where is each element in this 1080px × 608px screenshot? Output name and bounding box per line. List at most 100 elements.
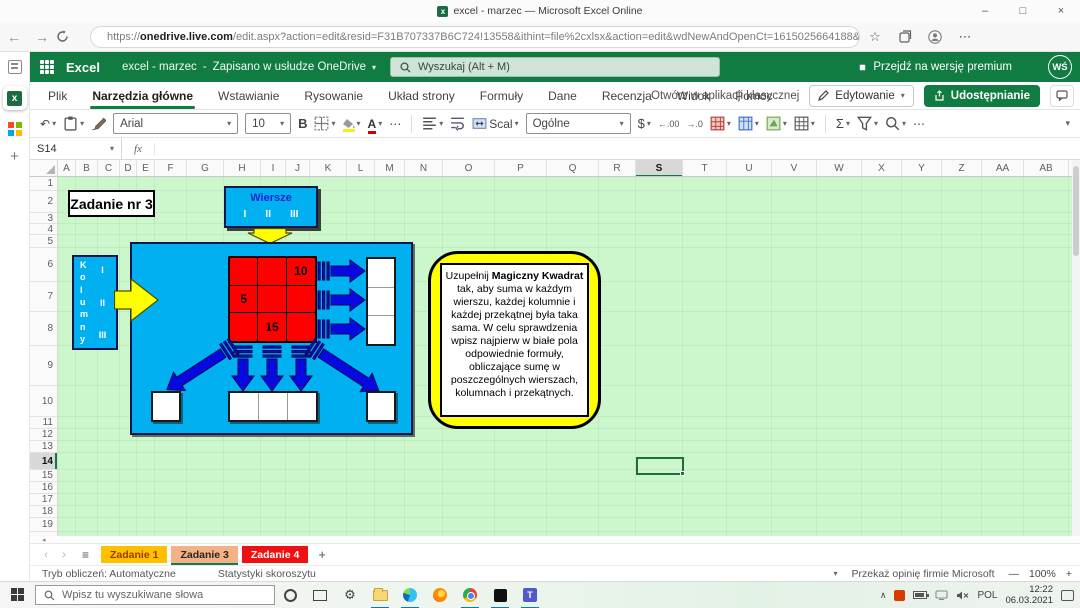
row-header-5[interactable]: 5 [30,235,57,248]
collapse-ribbon-icon[interactable]: ▾ [1065,118,1070,129]
diagonal-sum-box-left[interactable] [151,391,181,422]
number-format-select[interactable]: Ogólne▾ [526,113,631,134]
borders-button[interactable]: ▾ [314,116,335,131]
column-header-T[interactable]: T [683,160,727,177]
column-header-H[interactable]: H [224,160,261,177]
ribbon-tab-uk-ad-strony[interactable]: Układ strony [388,84,455,108]
column-headers[interactable]: ABCDEFGHIJKLMNOPQRSTUVWXYZAAAB [58,160,1072,177]
app-name[interactable]: Excel [66,60,100,75]
column-header-Y[interactable]: Y [902,160,942,177]
row-sum-boxes[interactable] [366,257,396,346]
row-header-15[interactable]: 15 [30,470,57,482]
row-header-8[interactable]: 8 [30,312,57,346]
ribbon-tab-formu-y[interactable]: Formuły [480,84,523,108]
scrollbar-thumb[interactable] [1073,166,1079,256]
close-button[interactable]: × [1042,0,1080,22]
cortana-icon[interactable] [275,582,305,608]
sheet-tab-zadanie-1[interactable]: Zadanie 1 [101,546,167,563]
column-header-AB[interactable]: AB [1024,160,1069,177]
comments-button[interactable] [1050,85,1074,107]
column-header-W[interactable]: W [817,160,862,177]
zoom-in-button[interactable]: + [1066,568,1072,580]
network-icon[interactable] [935,590,948,600]
column-header-J[interactable]: J [286,160,310,177]
select-all-corner[interactable] [30,160,58,177]
row-header-13[interactable]: 13 [30,441,57,453]
conditional-formatting-button[interactable]: ▾ [710,116,731,131]
name-box[interactable]: S14▾ [30,138,122,160]
row-header-14[interactable]: 14 [30,453,57,470]
feedback-link[interactable]: Przekaż opinię firmie Microsoft [852,568,995,580]
share-button[interactable]: Udostępnianie [924,85,1040,107]
rail-add-button[interactable]: + [10,148,19,165]
fill-color-button[interactable]: ▾ [343,119,361,129]
antivirus-tray-icon[interactable] [894,590,905,601]
row-header-18[interactable]: 18 [30,506,57,518]
column-header-Q[interactable]: Q [547,160,599,177]
format-as-table-button[interactable]: ▾ [738,116,759,131]
start-button[interactable] [11,588,25,602]
clock[interactable]: 12:2206.03.2021 [1005,584,1053,606]
favorites-star-icon[interactable]: ☆ [860,29,890,45]
row-header-17[interactable]: 17 [30,494,57,506]
column-header-S[interactable]: S [636,160,683,177]
sheet-prev-icon[interactable]: ‹ [40,549,52,561]
battery-icon[interactable] [913,591,927,599]
column-header-I[interactable]: I [261,160,286,177]
pinned-site-icon[interactable] [8,60,22,74]
more-toolbar-options[interactable]: ⋯ [913,117,925,131]
font-name-select[interactable]: Arial▾ [113,113,238,134]
open-in-desktop-button[interactable]: Otwórz w aplikacji klasycznej [651,90,799,102]
dark-app-icon[interactable] [485,582,515,608]
column-header-B[interactable]: B [76,160,98,177]
column-header-R[interactable]: R [599,160,636,177]
row-header-1[interactable]: 1 [30,177,57,191]
status-menu-icon[interactable]: ▾ [834,569,838,578]
ribbon-tab-wstawianie[interactable]: Wstawianie [218,84,279,108]
sort-filter-button[interactable]: ▾ [857,116,878,131]
ribbon-tab-rysowanie[interactable]: Rysowanie [304,84,363,108]
column-header-V[interactable]: V [772,160,817,177]
language-indicator[interactable]: POL [977,590,997,601]
ribbon-tab-recenzja[interactable]: Recenzja [602,84,652,108]
row-header-12[interactable]: 12 [30,429,57,441]
back-button[interactable]: ← [0,29,28,45]
chrome-icon[interactable] [455,582,485,608]
ribbon-tab-plik[interactable]: Plik [48,84,67,108]
columns-legend-shape[interactable]: Kolumny IIIIII [72,255,118,350]
workbook-stats[interactable]: Statystyki skoroszytu [218,568,316,580]
avatar[interactable]: WŚ [1048,55,1072,79]
decrease-decimal-button[interactable]: →.0 [686,119,703,129]
fill-handle[interactable] [680,471,685,476]
sheet-next-icon[interactable]: › [58,549,70,561]
edge-icon[interactable] [395,582,425,608]
increase-decimal-button[interactable]: ←.00 [658,119,680,129]
action-center-icon[interactable] [1061,590,1074,601]
font-size-select[interactable]: 10▾ [245,113,291,134]
refresh-button[interactable] [56,30,84,43]
alignment-button[interactable]: ▾ [422,116,443,131]
instructions-callout[interactable]: Uzupełnij Magiczny Kwadrat tak, aby suma… [428,251,601,429]
column-header-AA[interactable]: AA [982,160,1024,177]
sheet-list-icon[interactable]: ≡ [82,548,89,562]
row-header-2[interactable]: 2 [30,191,57,213]
forward-button[interactable]: → [28,29,56,45]
column-header-U[interactable]: U [727,160,772,177]
column-header-D[interactable]: D [120,160,137,177]
selected-cell[interactable] [636,457,684,475]
rows-legend-shape[interactable]: Wiersze IIIIII [224,186,318,228]
app-launcher-icon[interactable] [40,60,54,74]
column-header-O[interactable]: O [443,160,495,177]
settings-gear-icon[interactable]: ⚙ [335,582,365,608]
cell-styles-button[interactable]: ▾ [766,116,787,131]
wrap-text-button[interactable] [450,116,465,131]
editing-mode-button[interactable]: Edytowanie▾ [809,85,913,107]
minimize-button[interactable]: – [966,0,1004,22]
firefox-icon[interactable] [425,582,455,608]
maximize-button[interactable]: □ [1004,0,1042,22]
search-box[interactable]: Wyszukaj (Alt + M) [390,57,720,77]
diagonal-sum-box-right[interactable] [366,391,396,422]
collections-icon[interactable] [890,30,920,43]
column-header-C[interactable]: C [98,160,120,177]
autosum-button[interactable]: Σ▾ [836,116,850,131]
